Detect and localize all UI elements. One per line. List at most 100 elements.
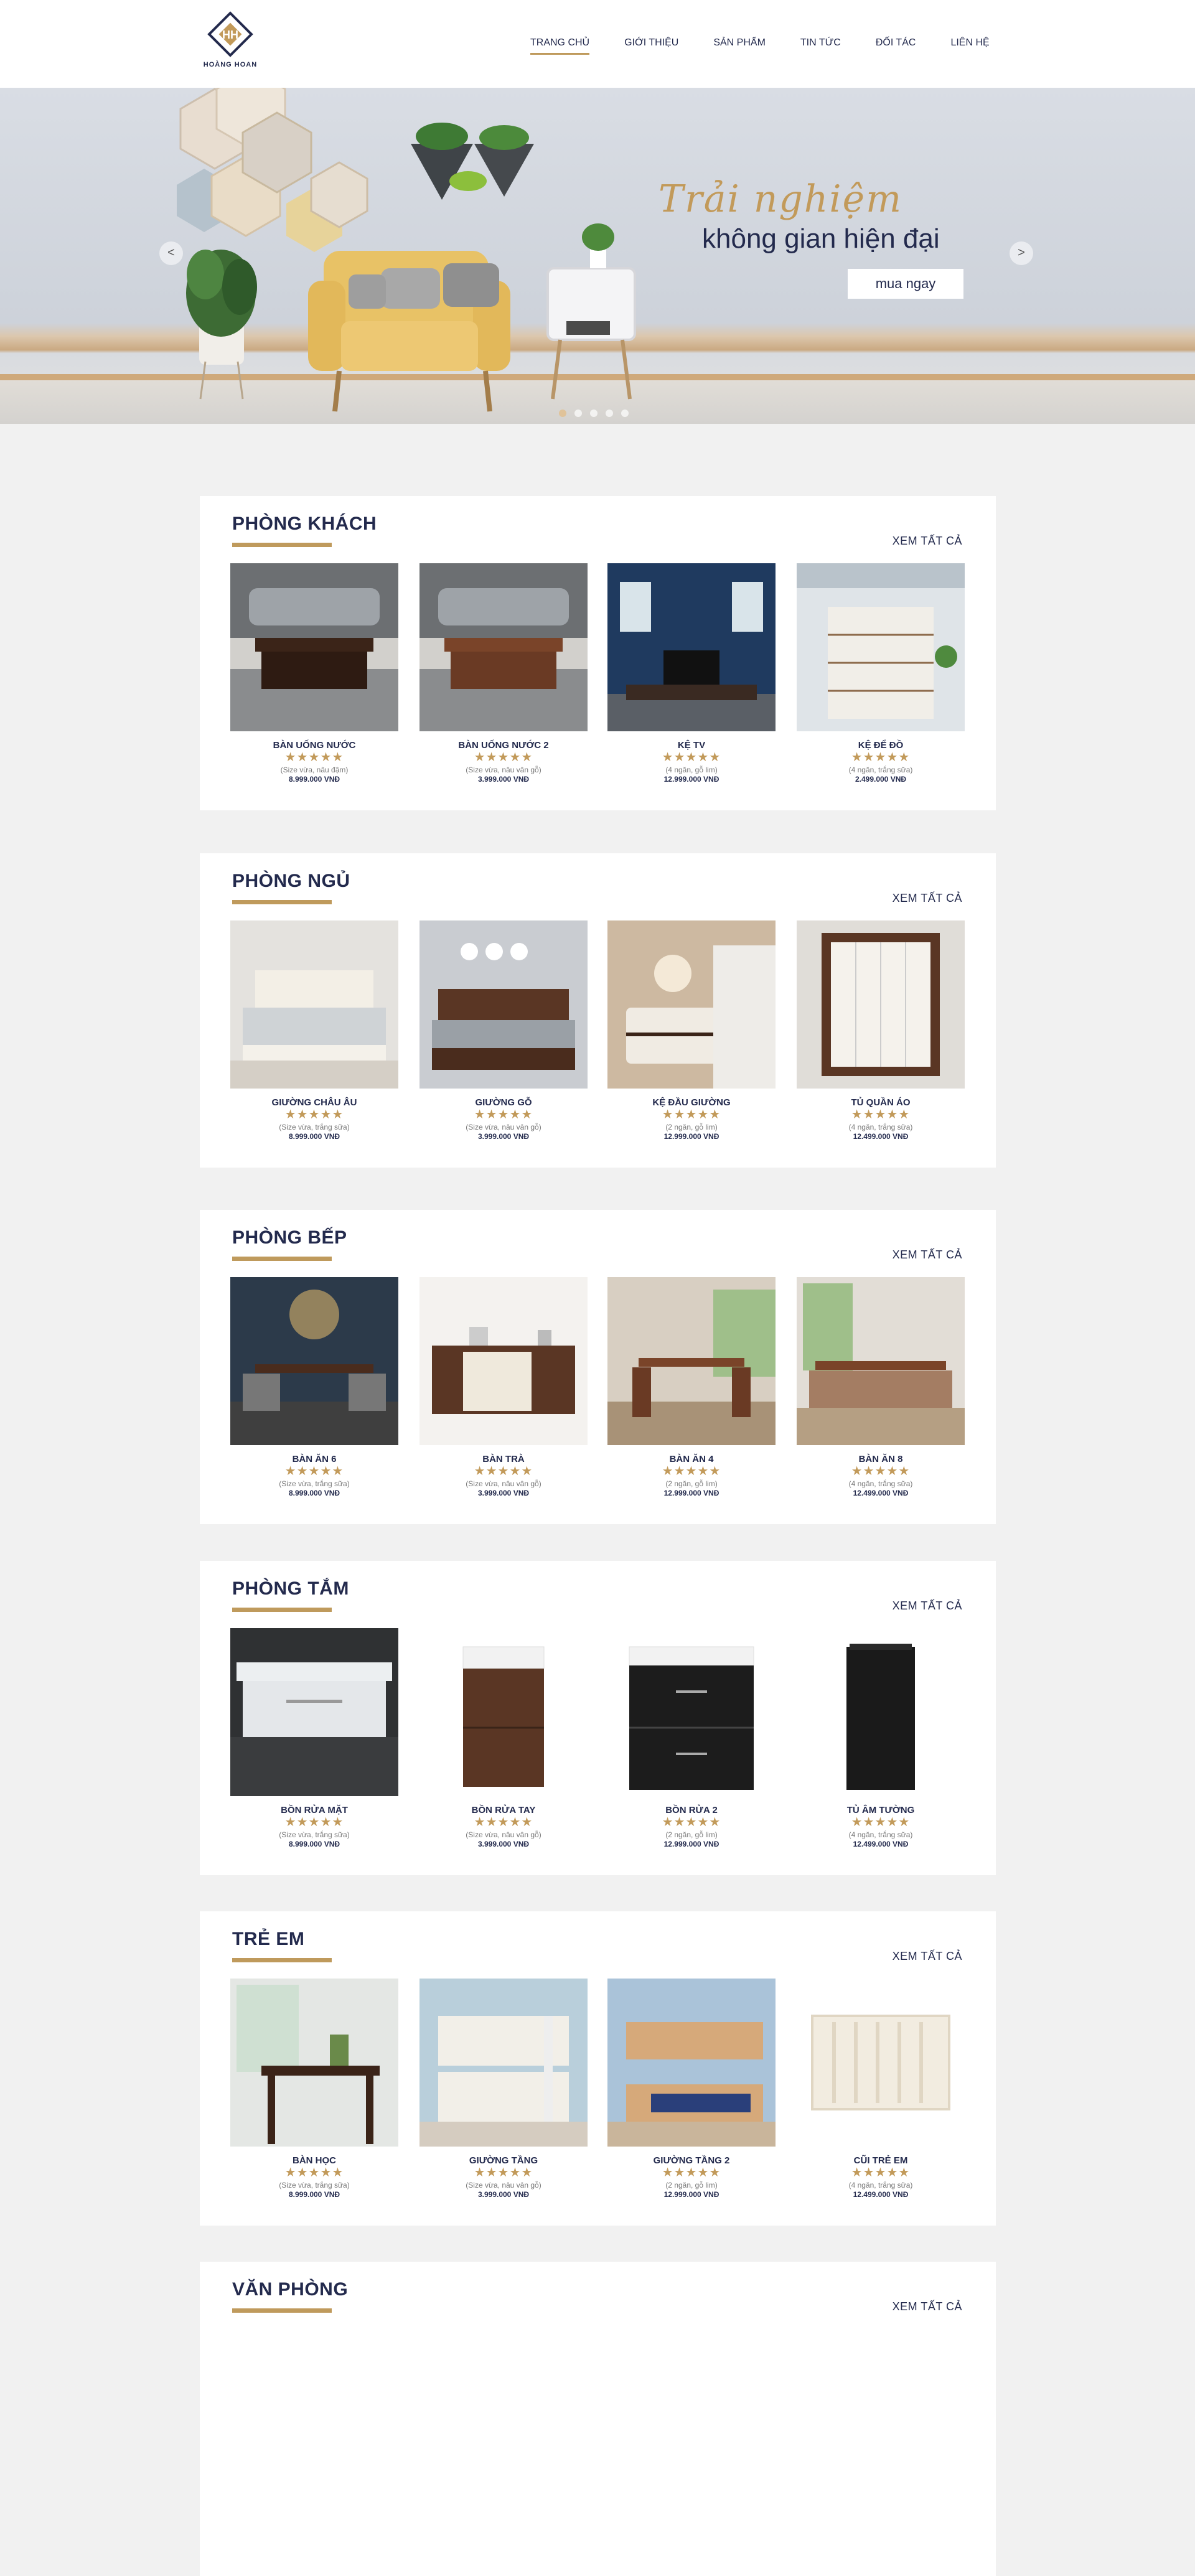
product-card[interactable]: GIƯỜNG TẦNG ★★★★★ (Size vừa, nâu vân gỗ) 3.…	[419, 1979, 588, 2215]
rating-stars-icon: ★★★★★	[474, 2166, 533, 2180]
nav-about[interactable]: GIỚI THIỆU	[624, 37, 678, 55]
product-description: (2 ngăn, gỗ lim)	[665, 1830, 718, 1839]
slider-dot[interactable]	[621, 410, 629, 417]
brand-name: HOÀNG HOAN	[203, 61, 258, 68]
product-card[interactable]: TỦ QUẦN ÁO ★★★★★ (4 ngăn, trắng sữa) 12.499…	[797, 920, 965, 1157]
product-image[interactable]	[230, 1628, 398, 1796]
product-card[interactable]: BÀN HỌC ★★★★★ (Size vừa, trắng sữa) 8.999.0…	[230, 1979, 398, 2215]
product-card[interactable]: KỆ ĐỂ ĐỒ ★★★★★ (4 ngăn, trắng sữa) 2.499.00…	[797, 563, 965, 800]
rating-stars-icon: ★★★★★	[284, 2166, 344, 2180]
product-price: 8.999.000 VNĐ	[288, 1489, 340, 1497]
nav-contact[interactable]: LIÊN HỆ	[950, 37, 989, 55]
product-card[interactable]: BÀN ĂN 4 ★★★★★ (2 ngăn, gỗ lim) 12.999.000 …	[607, 1277, 776, 1514]
product-card[interactable]: KỆ TV ★★★★★ (4 ngăn, gỗ lim) 12.999.000 VNĐ	[607, 563, 776, 800]
product-description: (Size vừa, trắng sữa)	[279, 1123, 350, 1131]
nav-home[interactable]: TRANG CHỦ	[530, 37, 590, 55]
product-price: 12.999.000 VNĐ	[663, 2190, 719, 2199]
product-price: 12.499.000 VNĐ	[853, 1840, 909, 1848]
section-title: TRẺ EM	[232, 1929, 305, 1949]
product-card[interactable]: BÀN TRÀ ★★★★★ (Size vừa, nâu vân gỗ) 3.999.…	[419, 1277, 588, 1514]
product-card[interactable]: CŨI TRẺ EM ★★★★★ (4 ngăn, trắng sữa) 12.499…	[797, 1979, 965, 2215]
product-price: 12.999.000 VNĐ	[663, 1489, 719, 1497]
product-image[interactable]	[419, 1628, 588, 1796]
product-image[interactable]	[230, 1277, 398, 1445]
section-title-underline	[232, 1608, 332, 1612]
product-image[interactable]	[797, 920, 965, 1089]
product-price: 2.499.000 VNĐ	[855, 775, 907, 784]
product-image[interactable]	[230, 563, 398, 731]
product-name: KỆ ĐỂ ĐỒ	[858, 740, 904, 751]
product-price: 3.999.000 VNĐ	[477, 2190, 530, 2199]
product-card[interactable]: BÀN ĂN 6 ★★★★★ (Size vừa, trắng sữa) 8.999.…	[230, 1277, 398, 1514]
product-name: BỒN RỬA 2	[665, 1805, 718, 1815]
view-all-link[interactable]: XEM TẤT CẢ	[893, 535, 962, 548]
rating-stars-icon: ★★★★★	[284, 751, 344, 764]
view-all-link[interactable]: XEM TẤT CẢ	[893, 1248, 962, 1262]
product-image[interactable]	[419, 1277, 588, 1445]
product-image[interactable]	[419, 920, 588, 1089]
product-price: 3.999.000 VNĐ	[477, 1840, 530, 1848]
rating-stars-icon: ★★★★★	[662, 1108, 721, 1122]
product-image[interactable]	[419, 563, 588, 731]
product-grid	[230, 2329, 996, 2565]
slider-dot[interactable]	[606, 410, 613, 417]
product-card[interactable]: GIƯỜNG CHÂU ÂU ★★★★★ (Size vừa, trắng sữa)…	[230, 920, 398, 1157]
view-all-link[interactable]: XEM TẤT CẢ	[893, 1599, 962, 1613]
nav-partners[interactable]: ĐỐI TÁC	[876, 37, 916, 55]
product-card[interactable]: KỆ ĐẦU GIƯỜNG ★★★★★ (2 ngăn, gỗ lim) 12.999…	[607, 920, 776, 1157]
product-image[interactable]	[797, 1628, 965, 1796]
view-all-link[interactable]: XEM TẤT CẢ	[893, 1950, 962, 1963]
product-card[interactable]: TỦ ÂM TƯỜNG ★★★★★ (4 ngăn, trắng sữa) 12.49…	[797, 1628, 965, 1865]
product-image[interactable]	[607, 1277, 776, 1445]
product-image[interactable]	[607, 920, 776, 1089]
product-image[interactable]	[797, 1277, 965, 1445]
product-image[interactable]	[797, 563, 965, 731]
hero-next-button[interactable]: >	[1010, 241, 1033, 265]
slider-dot[interactable]	[574, 410, 582, 417]
view-all-link[interactable]: XEM TẤT CẢ	[893, 892, 962, 905]
product-card[interactable]: GIƯỜNG GỖ ★★★★★ (Size vừa, nâu vân gỗ) 3.99…	[419, 920, 588, 1157]
rating-stars-icon: ★★★★★	[851, 1464, 911, 1478]
product-card[interactable]: BỒN RỬA MẶT ★★★★★ (Size vừa, trắng sữa) 8.9…	[230, 1628, 398, 1865]
product-card[interactable]: BÀN UỐNG NƯỚC ★★★★★ (Size vừa, nâu đậm) 8.9…	[230, 563, 398, 800]
product-card[interactable]: GIƯỜNG TẦNG 2 ★★★★★ (2 ngăn, gỗ lim) 12.999…	[607, 1979, 776, 2215]
rating-stars-icon: ★★★★★	[474, 1108, 533, 1122]
product-image[interactable]	[607, 563, 776, 731]
rating-stars-icon: ★★★★★	[662, 1464, 721, 1478]
product-name: BÀN ĂN 4	[669, 1454, 714, 1464]
armchair-icon	[308, 251, 510, 412]
product-card[interactable]: BÀN ĂN 8 ★★★★★ (4 ngăn, trắng sữa) 12.499.0…	[797, 1277, 965, 1514]
product-card[interactable]: BÀN UỐNG NƯỚC 2 ★★★★★ (Size vừa, nâu vân g…	[419, 563, 588, 800]
product-card[interactable]: BỒN RỬA 2 ★★★★★ (2 ngăn, gỗ lim) 12.999.000…	[607, 1628, 776, 1865]
hero-prev-button[interactable]: <	[159, 241, 183, 265]
product-name: BỒN RỬA TAY	[471, 1805, 536, 1815]
svg-text:HH: HH	[222, 29, 238, 41]
brand-logo[interactable]: HH HOÀNG HOAN	[198, 9, 263, 75]
section-title-underline	[232, 900, 332, 904]
product-image[interactable]	[230, 1979, 398, 2147]
rating-stars-icon: ★★★★★	[474, 1815, 533, 1829]
product-image[interactable]	[607, 1628, 776, 1796]
hero-banner: < > Trải nghiệm không gian hiện đại mua …	[0, 88, 1195, 424]
slider-dot[interactable]	[590, 410, 598, 417]
buy-now-button[interactable]: mua ngay	[848, 269, 963, 299]
product-name: GIƯỜNG TẦNG 2	[653, 2155, 730, 2166]
view-all-link[interactable]: XEM TẤT CẢ	[893, 2300, 962, 2313]
product-name: TỦ QUẦN ÁO	[851, 1097, 911, 1108]
product-price: 12.999.000 VNĐ	[663, 1840, 719, 1848]
product-grid: GIƯỜNG CHÂU ÂU ★★★★★ (Size vừa, trắng sữa)…	[230, 920, 996, 1157]
product-image[interactable]	[797, 1979, 965, 2147]
slider-dot[interactable]	[559, 410, 566, 417]
product-description: (4 ngăn, trắng sữa)	[848, 1830, 913, 1839]
product-image[interactable]	[419, 1979, 588, 2147]
logo-mark-icon: HH	[207, 11, 253, 57]
rating-stars-icon: ★★★★★	[284, 1108, 344, 1122]
product-name: GIƯỜNG TẦNG	[469, 2155, 538, 2166]
nav-products[interactable]: SẢN PHẨM	[713, 37, 766, 55]
product-card[interactable]: BỒN RỬA TAY ★★★★★ (Size vừa, nâu vân gỗ) 3.…	[419, 1628, 588, 1865]
product-image[interactable]	[607, 1979, 776, 2147]
product-description: (2 ngăn, gỗ lim)	[665, 1479, 718, 1488]
product-grid: BÀN ĂN 6 ★★★★★ (Size vừa, trắng sữa) 8.999.…	[230, 1277, 996, 1514]
nav-news[interactable]: TIN TỨC	[800, 37, 841, 55]
product-image[interactable]	[230, 920, 398, 1089]
